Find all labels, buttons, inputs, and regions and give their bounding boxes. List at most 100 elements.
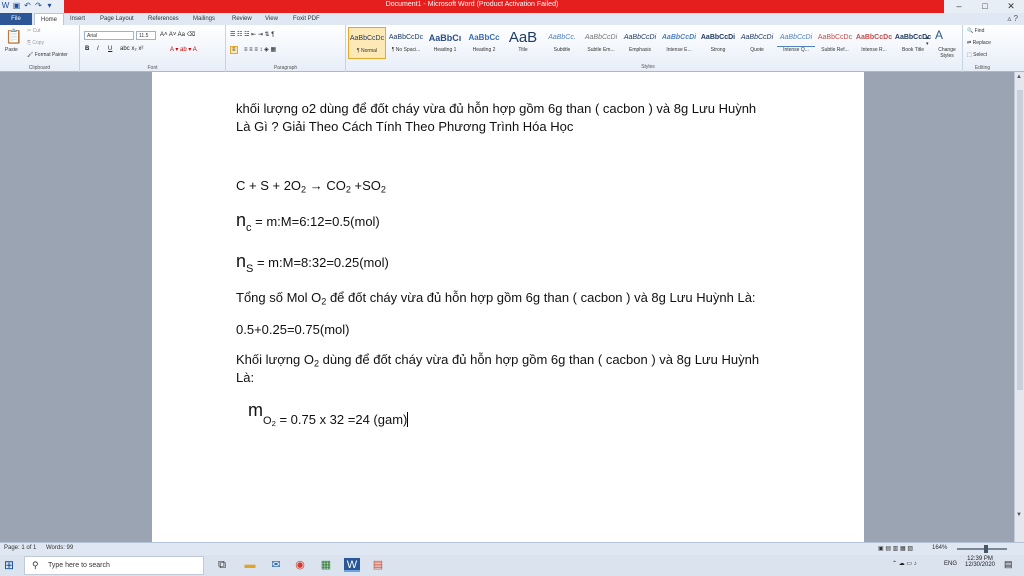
save-icon[interactable]: ▣	[12, 1, 21, 11]
file-explorer-icon[interactable]: ▬	[242, 558, 258, 572]
underline-icon[interactable]: U	[108, 46, 112, 52]
paste-button[interactable]: Paste	[5, 47, 18, 53]
tab-references[interactable]: References	[148, 13, 179, 25]
quick-access-toolbar: W ▣ ↶ ↷ ▾	[1, 1, 54, 11]
style-subtle-emphasis[interactable]: AaBbCcDi Subtle Em...	[582, 27, 620, 59]
zoom-slider-knob[interactable]	[984, 545, 988, 553]
style-name: ¶ Normal	[356, 48, 378, 54]
mail-icon[interactable]: ✉	[268, 558, 284, 572]
tab-page-layout[interactable]: Page Layout	[100, 13, 134, 25]
title-bar: Document1 - Microsoft Word (Product Acti…	[0, 0, 1024, 13]
vertical-scrollbar[interactable]: ▲ ▼	[1014, 72, 1024, 542]
editing-label: Editing	[974, 65, 991, 71]
bold-icon[interactable]: B	[85, 46, 89, 52]
excel-icon[interactable]: ▦	[318, 558, 334, 572]
input-language[interactable]: ENG	[944, 561, 957, 567]
maximize-icon[interactable]: □	[972, 0, 998, 13]
scroll-up-icon[interactable]: ▲	[1016, 74, 1022, 80]
tab-mailings[interactable]: Mailings	[193, 13, 215, 25]
page-count[interactable]: Page: 1 of 1	[4, 545, 36, 551]
tab-foxit-pdf[interactable]: Foxit PDF	[293, 13, 320, 25]
m-subscript: O2	[263, 415, 276, 428]
style-name: Heading 2	[472, 47, 496, 53]
style-heading-2[interactable]: AaBbCc Heading 2	[465, 27, 503, 59]
style-name: Strong	[710, 47, 726, 53]
grow-font-icon[interactable]: A˄ A˅ Aa ⌫	[160, 31, 195, 38]
style-name: Quote	[750, 47, 764, 53]
styles-scroll-icon[interactable]: ▴ ▾	[926, 35, 929, 47]
mass-part-b: dùng để đốt cháy vừa đủ hỗn hợp gồm 6g t…	[319, 352, 760, 367]
align-left-icon[interactable]: ≡	[230, 46, 238, 54]
view-buttons-icon[interactable]: ▣ ▤ ▥ ▦ ▧	[878, 545, 913, 552]
task-view-icon[interactable]: ⧉	[214, 558, 230, 572]
font-color-icon[interactable]: A ▾ ab ▾ A	[170, 46, 197, 53]
clipboard-label: Clipboard	[28, 65, 51, 71]
style-normal[interactable]: AaBbCcDc ¶ Normal	[348, 27, 386, 59]
scroll-down-icon[interactable]: ▼	[1016, 512, 1022, 518]
align-center-icon[interactable]: ≡ ≡ ≡ ↕ ◈ ▦	[244, 46, 276, 53]
word-count[interactable]: Words: 99	[46, 545, 73, 551]
taskbar-search-box[interactable]: ⚲ Type here to search	[24, 556, 204, 575]
style-strong[interactable]: AaBbCcDi Strong	[699, 27, 737, 59]
cut-label: Cut	[32, 28, 41, 34]
select-button[interactable]: ⬚ Select	[967, 52, 987, 58]
font-name-select[interactable]: Arial	[84, 31, 134, 40]
help-icon[interactable]: ▵ ?	[1007, 14, 1018, 23]
search-placeholder: Type here to search	[48, 562, 110, 569]
word-taskbar-icon[interactable]: W	[344, 558, 360, 572]
find-button[interactable]: 🔍 Find	[967, 28, 984, 34]
style-emphasis[interactable]: AaBbCcDi Emphasis	[621, 27, 659, 59]
close-icon[interactable]: ✕	[998, 0, 1024, 13]
undo-icon[interactable]: ↶	[23, 1, 32, 11]
style-intense-quote[interactable]: AaBbCcDi Intense Q...	[777, 27, 815, 59]
style-intense-reference[interactable]: AaBbCcDc Intense R...	[855, 27, 893, 59]
notifications-icon[interactable]: ▤	[1004, 559, 1013, 570]
customize-qat-icon[interactable]: ▾	[45, 1, 54, 11]
editing-group: 🔍 Find ⇄ Replace ⬚ Select Editing	[962, 25, 1002, 72]
style-intense-emphasis[interactable]: AaBbCcDi Intense E...	[660, 27, 698, 59]
style-title[interactable]: AaB Title	[504, 27, 542, 59]
style-preview: AaB	[508, 29, 538, 46]
powerpoint-icon[interactable]: ▤	[370, 558, 386, 572]
windows-start-icon[interactable]: ⊞	[4, 558, 18, 572]
copy-button[interactable]: ⎘ Copy	[27, 40, 44, 46]
replace-button[interactable]: ⇄ Replace	[967, 40, 991, 46]
find-label: Find	[974, 28, 985, 34]
strikethrough-icon[interactable]: abc x₂ x²	[120, 46, 143, 52]
zoom-level[interactable]: 164%	[932, 545, 947, 551]
tab-insert[interactable]: Insert	[70, 13, 85, 25]
style-quote[interactable]: AaBbCcDi Quote	[738, 27, 776, 59]
format-painter-button[interactable]: 🖌 Format Painter	[27, 52, 68, 58]
tab-file[interactable]: File	[0, 13, 32, 25]
italic-icon[interactable]: I	[97, 46, 99, 52]
chrome-icon[interactable]: ◉	[292, 558, 308, 572]
tab-review[interactable]: Review	[232, 13, 252, 25]
tab-view[interactable]: View	[265, 13, 278, 25]
bullets-icon[interactable]: ☰ ☷ ☳ ⇤ ⇥ ⇅ ¶	[230, 31, 274, 38]
tray-icons[interactable]: ⌃ ☁ ▭ ♪	[892, 560, 917, 567]
equation-arrow: → CO	[306, 178, 346, 193]
change-styles-button[interactable]: Change Styles	[934, 47, 960, 59]
cut-button[interactable]: ✂ Cut	[27, 28, 40, 34]
style-heading-1[interactable]: AaBbCı Heading 1	[426, 27, 464, 59]
paste-icon[interactable]: 📋	[5, 28, 22, 45]
change-styles-icon[interactable]: A	[935, 28, 943, 42]
scroll-thumb[interactable]	[1017, 90, 1023, 390]
style-subtle-reference[interactable]: AaBbCcDc Subtle Ref...	[816, 27, 854, 59]
style-no-spacing[interactable]: AaBbCcDc ¶ No Spaci...	[387, 27, 425, 59]
document-page[interactable]	[152, 72, 864, 542]
redo-icon[interactable]: ↷	[34, 1, 43, 11]
style-subtitle[interactable]: AaBbCc. Subtitle	[543, 27, 581, 59]
zoom-slider[interactable]	[957, 548, 1007, 550]
taskbar-clock[interactable]: 12:39 PM 12/30/2020	[962, 556, 998, 568]
chemical-equation: C + S + 2O2 → CO2 +SO2	[236, 178, 386, 194]
tab-home[interactable]: Home	[34, 13, 65, 25]
style-preview: AaBbCcDc	[349, 35, 385, 42]
total-part-a: Tổng số Mol O	[236, 290, 322, 305]
minimize-icon[interactable]: –	[946, 0, 972, 13]
font-size-select[interactable]: 11.5	[136, 31, 156, 40]
equation-part-a: C + S + 2O	[236, 178, 302, 193]
style-preview: AaBbCcDc	[855, 34, 893, 41]
ribbon-tabs: File Home Insert Page Layout References …	[0, 13, 1024, 25]
equation-sub: 2	[380, 184, 386, 195]
